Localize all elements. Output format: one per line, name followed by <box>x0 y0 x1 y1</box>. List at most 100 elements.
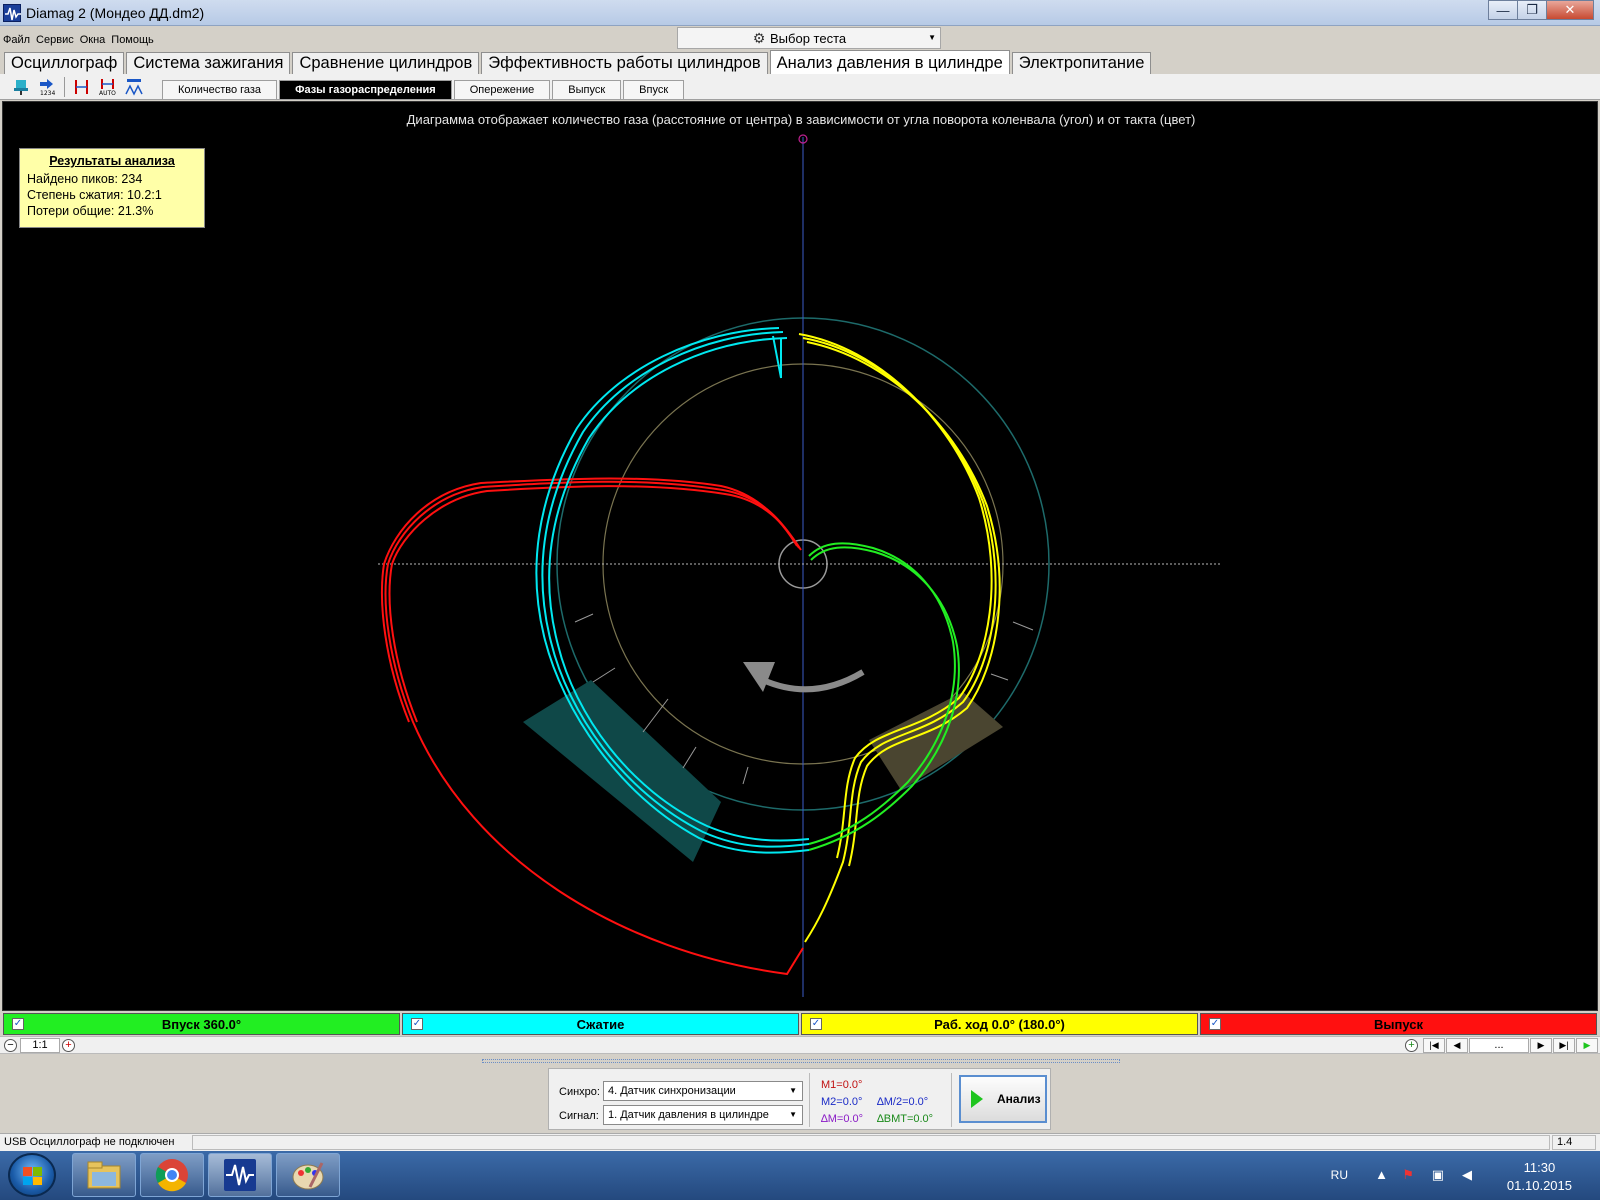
maximize-button[interactable]: ❐ <box>1517 0 1547 20</box>
scale-bar: − 1:1 + + |◀ ◀ ... ▶ ▶| ▶ <box>0 1036 1600 1054</box>
analysis-control-panel: Синхро: 4. Датчик синхронизации ▼ Сигнал… <box>548 1068 1051 1130</box>
status-bar: USB Осциллограф не подключен 1.4 <box>0 1133 1600 1151</box>
signal-select-value: 1. Датчик давления в цилиндре <box>608 1109 769 1121</box>
power-stroke-curve <box>798 333 1001 943</box>
status-version: 1.4 <box>1552 1135 1596 1150</box>
chrome-icon[interactable] <box>140 1153 204 1197</box>
subtab-intake[interactable]: Впуск <box>623 80 685 99</box>
intake-curve <box>808 542 960 851</box>
close-button[interactable]: ✕ <box>1546 0 1594 20</box>
sub-tabs: Количество газа Фазы газораспределения О… <box>162 80 686 99</box>
sync-select-value: 4. Датчик синхронизации <box>608 1085 736 1097</box>
markers-tool-icon[interactable] <box>71 77 93 97</box>
checkbox-intake[interactable]: ✓ <box>12 1018 24 1030</box>
status-cell <box>192 1135 1550 1150</box>
play-icon <box>971 1090 983 1108</box>
legend-exhaust[interactable]: ✓ Выпуск <box>1200 1013 1597 1035</box>
gear-icon: ⚙ <box>752 29 766 46</box>
scale-label: 1:1 <box>20 1038 60 1053</box>
subtab-advance[interactable]: Опережение <box>453 80 551 99</box>
marker-dbmt: ∆BMT=0.0° <box>877 1113 934 1125</box>
tab-pressure-analysis[interactable]: Анализ давления в цилиндре <box>769 50 1010 74</box>
scale-tool-icon[interactable] <box>123 77 145 97</box>
clock[interactable]: 11:30 01.10.2015 <box>1507 1159 1572 1195</box>
cylinder-tool-icon[interactable] <box>10 77 32 97</box>
nav-first-button[interactable]: |◀ <box>1423 1038 1445 1053</box>
svg-text:1234: 1234 <box>40 90 55 96</box>
action-center-icon[interactable]: ⚑ <box>1402 1167 1414 1183</box>
title-bar: Diamag 2 (Мондео ДД.dm2) — ❐ ✕ <box>0 0 1600 26</box>
nav-prev-button[interactable]: ◀ <box>1446 1038 1468 1053</box>
checkbox-exhaust[interactable]: ✓ <box>1209 1018 1221 1030</box>
legend-compression[interactable]: ✓ Сжатие <box>402 1013 799 1035</box>
tab-power-supply[interactable]: Электропитание <box>1011 52 1152 74</box>
legend-power[interactable]: ✓ Раб. ход 0.0° (180.0°) <box>801 1013 1198 1035</box>
menu-windows[interactable]: Окна <box>77 32 109 50</box>
results-title: Результаты анализа <box>49 154 175 168</box>
add-button[interactable]: + <box>1405 1039 1418 1052</box>
subtab-gas-amount[interactable]: Количество газа <box>162 80 278 99</box>
results-compression-ratio: Степень сжатия: 10.2:1 <box>27 188 162 202</box>
play-button[interactable]: ▶ <box>1576 1038 1598 1053</box>
test-select-dropdown[interactable]: ⚙ Выбор теста ▼ <box>677 27 941 49</box>
analyze-button[interactable]: Анализ <box>959 1075 1047 1123</box>
menu-bar: Файл Сервис Окна Помощь <box>0 32 157 50</box>
subtab-valve-timing[interactable]: Фазы газораспределения <box>279 80 452 99</box>
results-peaks: Найдено пиков: 234 <box>27 172 143 186</box>
status-text: USB Осциллограф не подключен <box>4 1136 175 1148</box>
network-icon[interactable]: ▣ <box>1432 1167 1444 1183</box>
show-hidden-icons-icon[interactable]: ▲ <box>1375 1167 1388 1182</box>
analyze-button-label: Анализ <box>997 1092 1041 1106</box>
subtab-exhaust[interactable]: Выпуск <box>552 80 622 99</box>
polar-diagram-canvas <box>378 134 1221 997</box>
explorer-icon[interactable] <box>72 1153 136 1197</box>
nav-last-button[interactable]: ▶| <box>1553 1038 1575 1053</box>
sync-label: Синхро: <box>559 1086 600 1098</box>
signal-label: Сигнал: <box>559 1110 599 1122</box>
diamag-icon[interactable] <box>208 1153 272 1197</box>
window-title: Diamag 2 (Мондео ДД.dm2) <box>26 5 205 21</box>
volume-muted-icon[interactable]: ◀ <box>1462 1167 1472 1183</box>
chevron-down-icon: ▼ <box>789 1086 797 1095</box>
legend-intake-label: Впуск 360.0° <box>161 1016 242 1032</box>
language-indicator[interactable]: RU <box>1331 1168 1348 1182</box>
diamag-window: Diamag 2 (Мондео ДД.dm2) — ❐ ✕ Файл Серв… <box>0 0 1600 1200</box>
start-button[interactable] <box>8 1153 56 1197</box>
sync-select[interactable]: 4. Датчик синхронизации ▼ <box>603 1081 803 1101</box>
toolbar: 1234 AUTO Количество газа Фазы газораспр… <box>0 74 1600 100</box>
diagram-caption: Диаграмма отображает количество газа (ра… <box>406 112 1196 127</box>
menu-service[interactable]: Сервис <box>33 32 77 50</box>
stroke-legend: ✓ Впуск 360.0° ✓ Сжатие ✓ Раб. ход 0.0° … <box>3 1013 1597 1035</box>
checkbox-power[interactable]: ✓ <box>810 1018 822 1030</box>
minimize-button[interactable]: — <box>1488 0 1518 20</box>
signal-select[interactable]: 1. Датчик давления в цилиндре ▼ <box>603 1105 803 1125</box>
tab-oscilloscope[interactable]: Осциллограф <box>4 52 125 74</box>
numbering-tool-icon[interactable]: 1234 <box>36 77 58 97</box>
clock-date: 01.10.2015 <box>1506 1178 1572 1193</box>
nav-position-field[interactable]: ... <box>1469 1038 1529 1053</box>
paint-icon[interactable] <box>276 1153 340 1197</box>
chevron-down-icon: ▼ <box>928 33 936 42</box>
checkbox-compression[interactable]: ✓ <box>411 1018 423 1030</box>
zoom-out-button[interactable]: − <box>4 1039 17 1052</box>
menu-help[interactable]: Помощь <box>108 32 157 50</box>
nav-next-button[interactable]: ▶ <box>1530 1038 1552 1053</box>
marker-dm2: ∆M/2=0.0° <box>877 1096 929 1108</box>
results-total-losses: Потери общие: 21.3% <box>27 204 154 218</box>
marker-dm: ∆M=0.0° <box>821 1113 864 1125</box>
rotation-arrowhead <box>743 662 775 692</box>
tab-cylinder-efficiency[interactable]: Эффективность работы цилиндров <box>481 52 768 74</box>
panel-splitter[interactable] <box>482 1059 1120 1063</box>
zoom-in-button[interactable]: + <box>62 1039 75 1052</box>
legend-power-label: Раб. ход 0.0° (180.0°) <box>934 1016 1065 1032</box>
polar-diagram[interactable]: Диаграмма отображает количество газа (ра… <box>2 101 1598 1011</box>
auto-markers-tool-icon[interactable]: AUTO <box>97 77 119 97</box>
taskbar: RU ▲ ⚑ ▣ ◀ 11:30 01.10.2015 <box>0 1151 1600 1200</box>
tab-ignition[interactable]: Система зажигания <box>126 52 291 74</box>
tab-cylinder-compare[interactable]: Сравнение цилиндров <box>292 52 480 74</box>
legend-intake[interactable]: ✓ Впуск 360.0° <box>3 1013 400 1035</box>
marker-m1: M1=0.0° <box>821 1079 863 1091</box>
menu-file[interactable]: Файл <box>0 32 33 50</box>
svg-text:AUTO: AUTO <box>99 90 116 96</box>
chevron-down-icon: ▼ <box>789 1110 797 1119</box>
